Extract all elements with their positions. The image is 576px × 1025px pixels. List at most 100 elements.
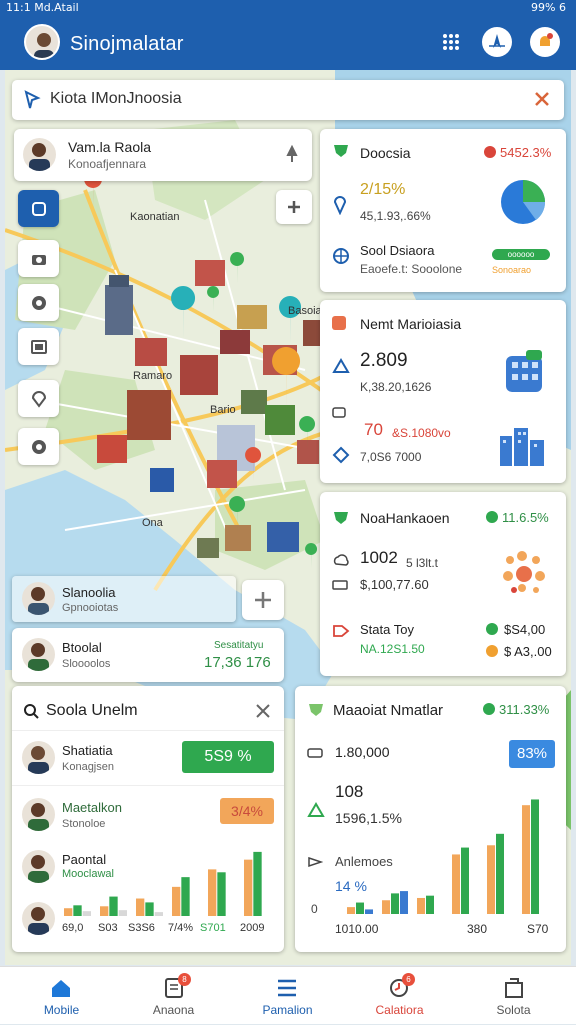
avatar: [22, 582, 55, 615]
search-text[interactable]: Kiota IMonJnoosia: [50, 90, 182, 108]
bar-g5-series-0: [487, 845, 495, 914]
panel-title: Nemt Marioiasia: [360, 316, 462, 332]
bar-g2-series-1: [391, 893, 399, 914]
stats-panel[interactable]: Doocsia 5452.3% 2/15% 45,1.93,.66% Sool …: [320, 129, 566, 292]
tick-label: S701: [200, 922, 226, 934]
nav-item-solota[interactable]: Solota: [456, 967, 571, 1025]
search-bar[interactable]: Kiota IMonJnoosia: [12, 80, 564, 120]
user-avatar[interactable]: [24, 24, 60, 60]
bar-g3-series-1: [426, 895, 434, 914]
bar-g5-series-1: [496, 833, 504, 914]
bar-g6-series-0: [522, 805, 530, 914]
stats-panel[interactable]: Nemt Marioiasia 2.809 K,38.20,1626 70 &S…: [320, 300, 566, 483]
pie-chart: [501, 180, 546, 224]
record-button[interactable]: [18, 428, 59, 465]
nav-item-anaona[interactable]: 8 Anaona: [116, 967, 231, 1025]
camera-button[interactable]: [18, 240, 59, 277]
status-time: 11:1 Md.Atail: [6, 1, 79, 14]
camera-icon: [31, 254, 46, 265]
bar-g3-series-1: [145, 902, 154, 916]
bar-chart: [64, 851, 262, 916]
bar-g1-series-0: [64, 908, 73, 916]
pin-icon[interactable]: [284, 145, 300, 163]
panel-badge: 11.6.5%: [486, 510, 549, 525]
dots-cluster-icon: [503, 551, 545, 593]
card-icon: [307, 748, 323, 758]
capture-button[interactable]: [18, 284, 59, 321]
item-subtitle: Stonoloe: [62, 818, 106, 830]
chart-axis: 69,0 S03 S3S6 7/4% S701 2009: [60, 922, 280, 938]
avatar: [22, 902, 55, 935]
panel-title: NoaHankaoen: [360, 510, 450, 526]
panel-badge: 5452.3%: [484, 145, 551, 160]
panel-value: 1.80,000: [335, 744, 390, 760]
zoom-in-button[interactable]: [276, 190, 312, 224]
warning-icon: [332, 358, 350, 373]
grid-menu-button[interactable]: [436, 27, 466, 57]
compass-button[interactable]: [482, 27, 512, 57]
list-item[interactable]: Maetalkon Stonoloe 3/4%: [12, 792, 284, 842]
item-value: 5S9 %: [182, 741, 274, 773]
user-list-item[interactable]: Btoolal Sloooolos Sesatitatyu 17,36 176: [12, 628, 284, 682]
status-bar: 11:1 Md.Atail 99% 6: [0, 0, 576, 16]
nav-label: Calatiora: [375, 1003, 424, 1017]
plus-icon: [288, 201, 300, 213]
arrow-icon: [308, 856, 323, 868]
panel-row-subtitle: NA.12S1.50: [360, 642, 425, 656]
avatar: [23, 138, 56, 171]
notification-badge: 6: [402, 973, 415, 986]
status-note: Sonoarao: [492, 265, 532, 275]
tick-label: 1010.00: [335, 922, 379, 936]
map-label: Basoia: [288, 305, 322, 317]
avatar: [22, 850, 55, 883]
cloud-icon: [333, 554, 349, 566]
item-name: Shatiatia: [62, 743, 113, 758]
bell-icon: [540, 33, 553, 46]
display-icon: [30, 339, 47, 354]
metrics-panel[interactable]: Maaoiat Nmatlar 311.33% 1.80,000 83% 108…: [295, 686, 566, 952]
tick-label: S3S6: [128, 922, 155, 934]
city-icon: [500, 428, 544, 466]
bar-g6-series-0: [244, 859, 253, 916]
profile-name: Vam.la Raola: [68, 139, 152, 155]
notifications-button[interactable]: [530, 27, 560, 57]
bar-g5-series-1: [217, 872, 226, 916]
stats-panel[interactable]: NoaHankaoen 11.6.5% 1002 5 l3lt.t $,100,…: [320, 492, 566, 676]
nav-item-pamalion[interactable]: Pamalion: [230, 967, 345, 1025]
menu-icon: [278, 979, 296, 997]
list-item[interactable]: Shatiatia Konagjsen 5S9 %: [12, 730, 284, 786]
screen-button[interactable]: [18, 328, 59, 365]
app-title: Sinojmalatar: [70, 33, 184, 55]
add-button[interactable]: [242, 580, 284, 620]
layers-button[interactable]: [18, 190, 59, 227]
bar-g1-series-0: [347, 907, 355, 914]
bar-g6-series-1: [531, 799, 539, 914]
globe-icon: [333, 248, 349, 264]
bar-g2-series-1: [109, 896, 118, 916]
axis-marker: 0: [311, 902, 318, 916]
profile-card[interactable]: Vam.la Raola Konoafjennara: [14, 129, 312, 181]
notification-badge: 8: [178, 973, 191, 986]
panel-value-tail: 5 l3lt.t: [406, 556, 439, 570]
nav-item-calatiora[interactable]: 6 Calatiora: [342, 967, 457, 1025]
avatar: [22, 741, 55, 774]
plus-icon: [255, 592, 271, 608]
close-icon[interactable]: [256, 704, 270, 718]
grid-icon: [443, 34, 459, 50]
user-list-item[interactable]: Slanoolia Gpnooiotas: [12, 576, 236, 622]
panel-value: 2/15%: [360, 181, 406, 198]
close-icon[interactable]: [534, 91, 550, 107]
locate-button[interactable]: [18, 380, 59, 417]
shield-icon: [334, 145, 348, 157]
map-label: Ramaro: [133, 370, 173, 382]
nav-item-mobile[interactable]: Mobile: [4, 967, 119, 1025]
social-panel[interactable]: Soola Unelm Shatiatia Konagjsen 5S9 % Ma…: [12, 686, 284, 952]
percent-pill: 83%: [509, 740, 555, 768]
bottom-navigation: Mobile 8 Anaona Pamalion 6 Calatiora Sol…: [0, 966, 576, 1024]
panel-subvalue: $,100,77.60: [360, 577, 429, 592]
bar-g2-series-0: [382, 900, 390, 914]
map-label: Kaonatian: [130, 211, 180, 223]
bar-g3-series-0: [417, 897, 425, 914]
panel-subvalue: K,38.20,1626: [360, 380, 432, 394]
panel-row-title: Stata Toy: [360, 622, 414, 637]
